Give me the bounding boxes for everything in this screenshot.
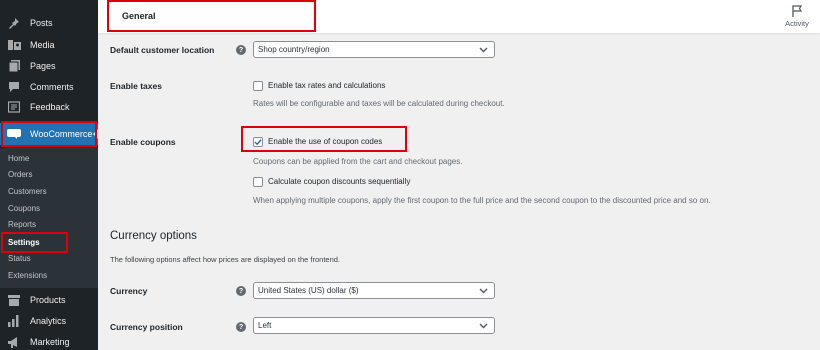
sidebar-item-comments[interactable]: Comments: [0, 77, 98, 97]
currency-select[interactable]: United States (US) dollar ($): [253, 282, 495, 299]
sidebar-item-analytics[interactable]: Analytics: [0, 311, 98, 331]
enable-taxes-checkbox[interactable]: [253, 81, 263, 91]
pin-icon: [7, 17, 21, 29]
select-value: Shop country/region: [258, 45, 330, 54]
flag-icon: [791, 5, 802, 17]
pages-icon: [7, 60, 21, 72]
sequential-coupons-description: When applying multiple coupons, apply th…: [253, 196, 711, 205]
select-value: United States (US) dollar ($): [258, 286, 359, 295]
currency-label: Currency: [110, 286, 148, 296]
help-icon[interactable]: ?: [236, 286, 246, 296]
highlight-settings: [1, 232, 68, 253]
media-icon: [7, 39, 21, 51]
sidebar-item-label: Posts: [30, 18, 53, 28]
sidebar-item-label: Products: [30, 295, 66, 305]
currency-position-label: Currency position: [110, 322, 183, 332]
help-icon[interactable]: ?: [236, 322, 246, 332]
submenu-item-extensions[interactable]: Extensions: [8, 271, 47, 280]
activity-button[interactable]: Activity: [782, 5, 812, 28]
sequential-coupons-checkbox[interactable]: [253, 177, 263, 187]
currency-options-heading: Currency options: [110, 230, 197, 242]
comments-icon: [7, 81, 21, 93]
sidebar-item-label: Comments: [30, 82, 74, 92]
enable-taxes-label: Enable taxes: [110, 81, 162, 91]
submenu-item-customers[interactable]: Customers: [8, 187, 47, 196]
sidebar-item-label: Marketing: [30, 337, 70, 347]
select-value: Left: [258, 321, 272, 330]
enable-taxes-checkbox-label[interactable]: Enable tax rates and calculations: [268, 81, 385, 90]
chevron-down-icon: [479, 46, 488, 56]
woocommerce-submenu: Home Orders Customers Coupons Reports Se…: [0, 148, 98, 288]
enable-coupons-description: Coupons can be applied from the cart and…: [253, 157, 463, 166]
submenu-item-coupons[interactable]: Coupons: [8, 204, 40, 213]
products-icon: [7, 294, 21, 306]
highlight-woocommerce: [1, 121, 97, 147]
sidebar-item-posts[interactable]: Posts: [0, 13, 98, 33]
submenu-item-home[interactable]: Home: [8, 154, 29, 163]
currency-options-description: The following options affect how prices …: [110, 255, 341, 264]
highlight-general-tab: [107, 0, 316, 32]
admin-sidebar: Posts Media Pages Comments Feedback WooC…: [0, 0, 98, 350]
sidebar-item-label: Analytics: [30, 316, 67, 326]
sidebar-item-label: Media: [30, 40, 55, 50]
analytics-icon: [7, 315, 21, 327]
help-icon[interactable]: ?: [236, 45, 246, 55]
sidebar-item-label: Pages: [30, 61, 56, 71]
sidebar-item-pages[interactable]: Pages: [0, 56, 98, 76]
sidebar-item-media[interactable]: Media: [0, 35, 98, 55]
sidebar-item-marketing[interactable]: Marketing: [0, 332, 98, 350]
chevron-down-icon: [479, 287, 488, 297]
currency-position-select[interactable]: Left: [253, 317, 495, 334]
activity-label: Activity: [785, 19, 809, 28]
marketing-icon: [7, 336, 21, 348]
feedback-icon: [7, 101, 21, 113]
default-location-select[interactable]: Shop country/region: [253, 41, 495, 58]
enable-taxes-description: Rates will be configurable and taxes wil…: [253, 99, 505, 108]
highlight-enable-coupons: [241, 126, 407, 152]
submenu-item-orders[interactable]: Orders: [8, 170, 32, 179]
sidebar-item-products[interactable]: Products: [0, 290, 98, 310]
sequential-coupons-checkbox-label[interactable]: Calculate coupon discounts sequentially: [268, 177, 410, 186]
sidebar-item-label: Feedback: [30, 102, 70, 112]
chevron-down-icon: [479, 322, 488, 332]
enable-coupons-label: Enable coupons: [110, 137, 176, 147]
submenu-item-reports[interactable]: Reports: [8, 220, 36, 229]
default-location-label: Default customer location: [110, 45, 215, 55]
submenu-item-status[interactable]: Status: [8, 254, 31, 263]
sidebar-item-feedback[interactable]: Feedback: [0, 97, 98, 117]
